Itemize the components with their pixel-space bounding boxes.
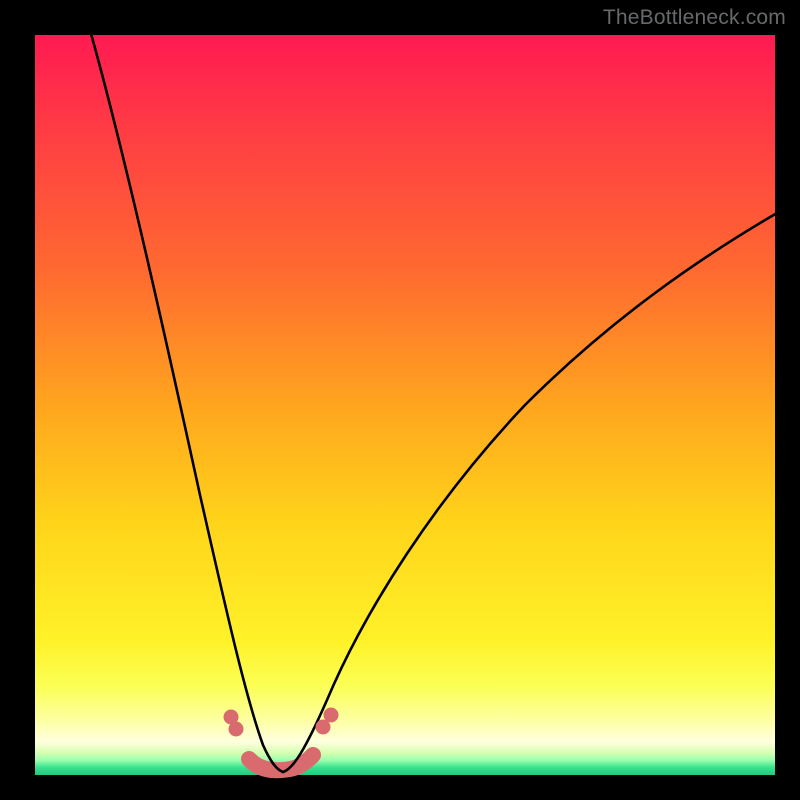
outer-frame: TheBottleneck.com [0, 0, 800, 800]
right-branch-path [283, 213, 777, 772]
valley-floor-path [249, 755, 313, 770]
watermark-text: TheBottleneck.com [603, 6, 786, 30]
marker-left-lower-dot [229, 722, 244, 737]
marker-right-upper-dot [324, 708, 339, 723]
chart-svg-layer [35, 35, 775, 775]
left-branch-path [90, 30, 283, 772]
chart-plot-area [35, 35, 775, 775]
